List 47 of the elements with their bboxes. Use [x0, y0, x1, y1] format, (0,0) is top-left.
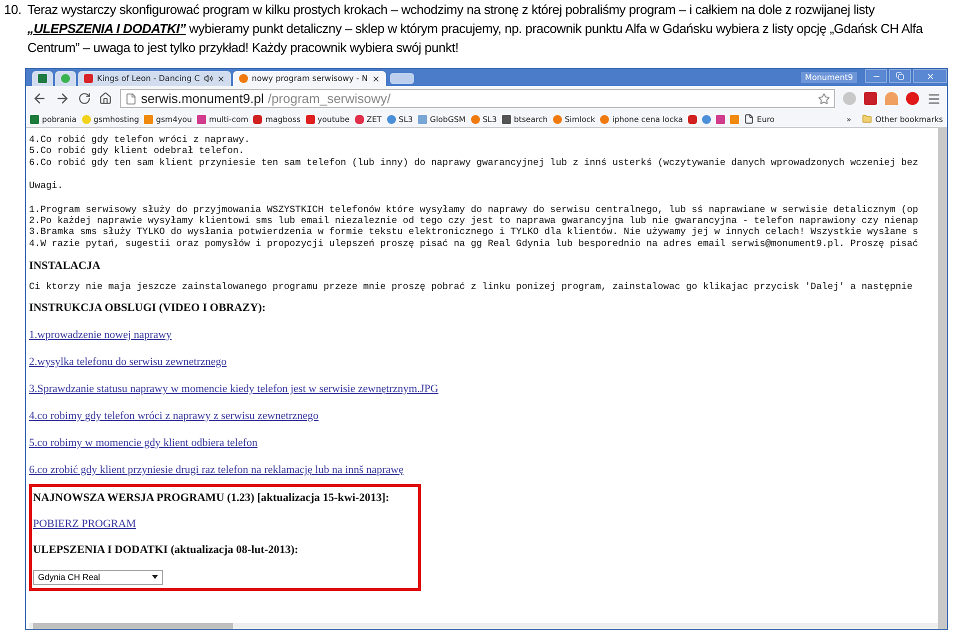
browser-tab[interactable] — [32, 71, 53, 86]
tutorial-link[interactable]: 4.co robimy gdy telefon wróci z naprawy z serwisu zewnetrznego — [29, 410, 319, 422]
store-dropdown[interactable]: Gdynia CH Real — [33, 570, 163, 585]
page-icon — [744, 114, 754, 124]
tab-title: nowy program serwisowy - N — [252, 74, 368, 83]
text-line: 3.Bramka sms służy TYLKO do wysłania potwierdzenia w formie tekstu elektronicznego i TYLKO dla klientów. Nie używamy jej w innych celach! Wszystkie wysłane s — [29, 226, 920, 238]
instruction-paragraph: Teraz wystarczy skonfigurować program w kilku prostych krokach – wchodzimy na stronę z której pobraliśmy program – i całkiem na dole z rozwijanej listy „ULEPSZENIA I DODATKI” wybieramy punkt detaliczny – sklep w którym pracujemy, np. pracownik punktu Alfa w Gdańsku wybiera z listy opcję „Gdańsk CH Alfa Centrum” – uwaga to jest tylko przykład! Każdy pracownik wybiera swój punkt! — [27, 1, 924, 57]
text-line: 6.Co robić gdy ten sam klient przyniesie ten sam telefon (lub inny) do naprawy gwarancyjnej lub z innś usterkś (wczytywanie danych wprowadzonych wczeniej bez — [29, 156, 920, 168]
close-button[interactable] — [913, 69, 947, 83]
notes-heading: Uwagi. — [29, 180, 64, 192]
tutorial-link[interactable]: 1.wprowadzenie nowej naprawy — [29, 328, 172, 341]
text-line: 2.Po każdej naprawie wysyłamy klientowi sms lub email niezaleznie od tego czy jest to naprawa gwarancyjna lub nie gwarancyjna - telefon naprawiony czy nienap — [29, 215, 920, 226]
restore-icon — [896, 72, 904, 80]
home-icon[interactable] — [99, 92, 112, 105]
reload-icon[interactable] — [78, 92, 91, 105]
tutorial-link[interactable]: 5.co robimy w momencie gdy klient odbiera telefon — [29, 436, 258, 449]
address-bar[interactable]: serwis.monument9.pl /program_serwisowy/ — [120, 89, 835, 108]
text-line: Ci ktorzy nie maja jeszcze zainstalowanego programu przeze mnie proszę pobrać z linku ponizej program, zainstalowac go klikajac przycisk 'Dalej' a następnie — [29, 281, 914, 293]
text-line: 4.Co robić gdy telefon wróci z naprawy. — [29, 134, 251, 146]
close-icon[interactable] — [216, 74, 225, 82]
menu-icon[interactable] — [927, 92, 941, 106]
restore-button[interactable] — [889, 69, 911, 83]
back-icon[interactable] — [32, 91, 47, 106]
section-heading: INSTALACJA — [29, 260, 102, 272]
text-line: 5.Co robić gdy klient odebrał telefon. — [29, 145, 246, 157]
tutorial-link[interactable]: 3.Sprawdzanie statusu naprawy w momencie kiedy telefon jest w serwisie zewnętrznym.JPG — [29, 382, 438, 395]
browser-tab[interactable]: Kings of Leon - Dancing C — [78, 71, 231, 86]
section-heading: ULEPSZENIA I DODATKI (aktualizacja 08-lut-2013): — [33, 544, 300, 556]
tutorial-link[interactable]: 2.wysylka telefonu do serwisu zewnetrznego — [29, 356, 227, 368]
tutorial-link[interactable]: 6.co zrobić gdy klient przyniesie drugi raz telefon na reklamację lub na innš naprawę — [29, 464, 404, 476]
horizontal-scrollbar[interactable] — [29, 623, 938, 629]
text-line: 4.W razie pytań, sugestii oraz pomysłów i propozycji ulepszeń proszę pisać na gg Real Gdynia lub besporednio na adres email serwis@monument9.pl. Proszę pisać — [29, 238, 920, 250]
forward-icon[interactable] — [55, 91, 70, 106]
section-heading: INSTRUKCJA OBSLUGI (VIDEO I OBRAZY): — [29, 302, 267, 314]
tab-title: Kings of Leon - Dancing C — [97, 74, 200, 83]
list-number: 10. — [4, 1, 22, 19]
browser-tab[interactable]: nowy program serwisowy - N — [232, 71, 386, 86]
close-icon[interactable] — [372, 74, 380, 82]
browser-tab[interactable] — [55, 71, 76, 86]
close-icon — [926, 72, 934, 80]
caret-icon — [152, 575, 158, 580]
download-link[interactable]: POBIERZ PROGRAM — [33, 518, 136, 530]
vertical-scrollbar[interactable] — [938, 128, 947, 629]
new-tab-button[interactable] — [390, 73, 414, 84]
folder-icon — [862, 114, 872, 124]
text-line: 1.Program serwisowy służy do przyjmowania WSZYSTKICH telefonów które wysyłamy do naprawy do serwisu centralnego, lub sś naprawiane w serwisie detalicznym (op — [29, 204, 920, 216]
section-heading: NAJNOWSZA WERSJA PROGRAMU (1.23) [aktualizacja 15-kwi-2013]: — [33, 492, 390, 504]
